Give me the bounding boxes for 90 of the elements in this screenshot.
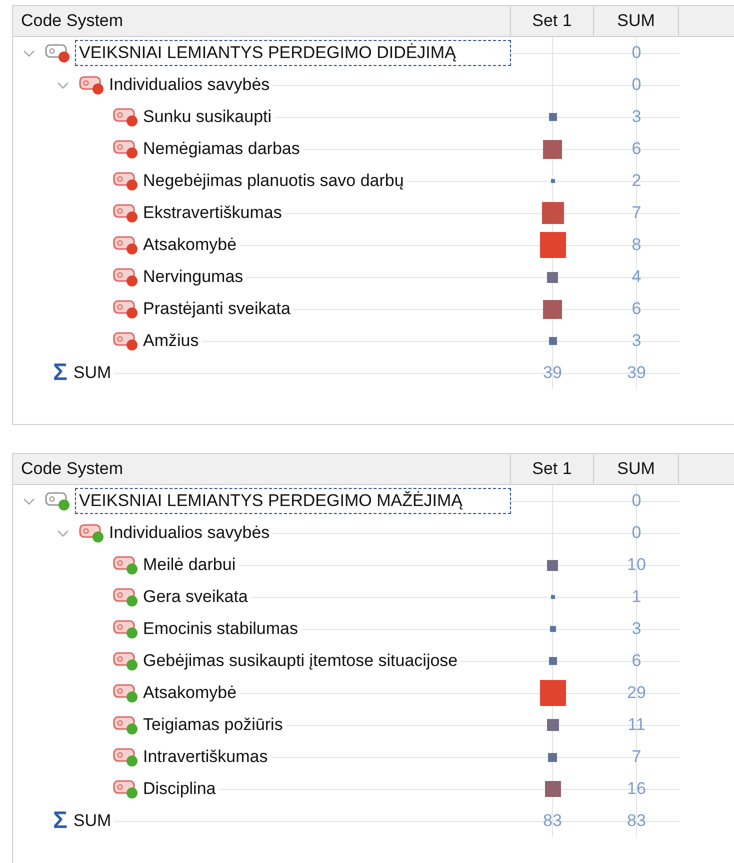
sum-value: 29 <box>627 683 646 703</box>
code-tag-icon <box>113 331 139 351</box>
column-header[interactable]: Set 1 <box>511 454 594 484</box>
frequency-square <box>547 560 558 570</box>
sum-label: SUM <box>73 811 112 831</box>
sum-value: 3 <box>632 331 642 351</box>
frequency-square <box>550 179 554 183</box>
code-label[interactable]: Negebėjimas planuotis savo darbų <box>143 171 404 191</box>
column-header[interactable]: Code System <box>13 6 511 36</box>
code-tag-icon <box>113 619 139 639</box>
sum-label: SUM <box>73 363 112 383</box>
column-header[interactable]: Set 1 <box>511 6 594 36</box>
set-total: 83 <box>543 811 562 831</box>
code-label[interactable]: Ekstravertiškumas <box>143 203 282 223</box>
code-tag-icon <box>79 523 105 543</box>
column-header[interactable]: SUM <box>594 454 679 484</box>
code-label[interactable]: Gebėjimas susikaupti įtemtose situacijose <box>143 651 458 671</box>
code-label[interactable]: Gera sveikata <box>143 587 248 607</box>
code-label[interactable]: Intravertiškumas <box>143 747 268 767</box>
sum-value: 16 <box>627 779 646 799</box>
sum-value: 11 <box>628 715 646 735</box>
frequency-square <box>548 113 556 121</box>
frequency-square <box>548 752 557 762</box>
sum-value: 6 <box>632 299 642 319</box>
sum-value: 1 <box>632 587 642 607</box>
sum-total: 83 <box>627 811 646 831</box>
code-label[interactable]: VEIKSNIAI LEMIANTYS PERDEGIMO MAŽĖJIMĄ <box>75 488 511 514</box>
sum-value: 3 <box>632 619 642 639</box>
code-label[interactable]: Sunku susikaupti <box>143 107 272 127</box>
code-tag-icon <box>45 43 71 63</box>
code-tag-icon <box>113 683 139 703</box>
sum-total: 39 <box>627 363 646 383</box>
code-tag-icon <box>113 555 139 575</box>
sum-value: 0 <box>632 523 642 543</box>
frequency-square <box>544 781 560 797</box>
code-tag-icon <box>113 715 139 735</box>
code-label[interactable]: Individualios savybės <box>109 75 270 95</box>
code-label[interactable]: Disciplina <box>143 779 216 799</box>
sum-value: 7 <box>632 747 642 767</box>
sum-value: 0 <box>632 43 642 63</box>
sum-value: 2 <box>632 171 642 191</box>
code-label[interactable]: Atsakomybė <box>143 235 237 255</box>
frequency-square <box>540 680 566 706</box>
code-tag-icon <box>113 587 139 607</box>
set-total: 39 <box>543 363 562 383</box>
code-label[interactable]: Teigiamas požiūris <box>143 715 283 735</box>
frequency-square <box>547 272 558 282</box>
frequency-square <box>546 719 558 731</box>
frequency-square <box>543 140 562 158</box>
sum-value: 10 <box>627 555 646 575</box>
code-label[interactable]: Nervingumas <box>143 267 244 287</box>
sum-value: 3 <box>632 107 642 127</box>
sum-icon: Σ <box>53 809 68 833</box>
frequency-square <box>550 595 554 599</box>
frequency-square <box>540 232 566 258</box>
sum-value: 4 <box>632 267 642 287</box>
code-tag-icon <box>113 139 139 159</box>
code-label[interactable]: Atsakomybė <box>143 683 237 703</box>
code-tag-icon <box>79 75 105 95</box>
code-label[interactable]: Individualios savybės <box>109 523 270 543</box>
code-tag-icon <box>45 491 71 511</box>
code-label[interactable]: Emocinis stabilumas <box>143 619 298 639</box>
code-tag-icon <box>113 651 139 671</box>
column-header[interactable]: Code System <box>13 454 511 484</box>
column-header[interactable]: SUM <box>594 6 679 36</box>
code-label[interactable]: VEIKSNIAI LEMIANTYS PERDEGIMO DIDĖJIMĄ <box>75 40 511 66</box>
frequency-square <box>542 202 564 224</box>
code-tag-icon <box>113 171 139 191</box>
sum-value: 7 <box>632 203 642 223</box>
code-tag-icon <box>113 267 139 287</box>
sum-icon: Σ <box>53 361 68 385</box>
frequency-square <box>548 657 556 665</box>
code-tag-icon <box>113 299 139 319</box>
code-tag-icon <box>113 779 139 799</box>
code-tag-icon <box>113 203 139 223</box>
code-tag-icon <box>113 235 139 255</box>
frequency-square <box>543 300 562 318</box>
code-label[interactable]: Prastėjanti sveikata <box>143 299 290 319</box>
code-label[interactable]: Nemėgiamas darbas <box>143 139 300 159</box>
code-label[interactable]: Meilė darbui <box>143 555 236 575</box>
sum-value: 8 <box>632 235 642 255</box>
sum-value: 0 <box>632 491 642 511</box>
sum-value: 0 <box>632 75 642 95</box>
code-tag-icon <box>113 747 139 767</box>
frequency-square <box>548 337 556 345</box>
frequency-square <box>550 626 556 632</box>
sum-value: 6 <box>632 651 642 671</box>
sum-value: 6 <box>632 139 642 159</box>
code-label[interactable]: Amžius <box>143 331 199 351</box>
code-tag-icon <box>113 107 139 127</box>
